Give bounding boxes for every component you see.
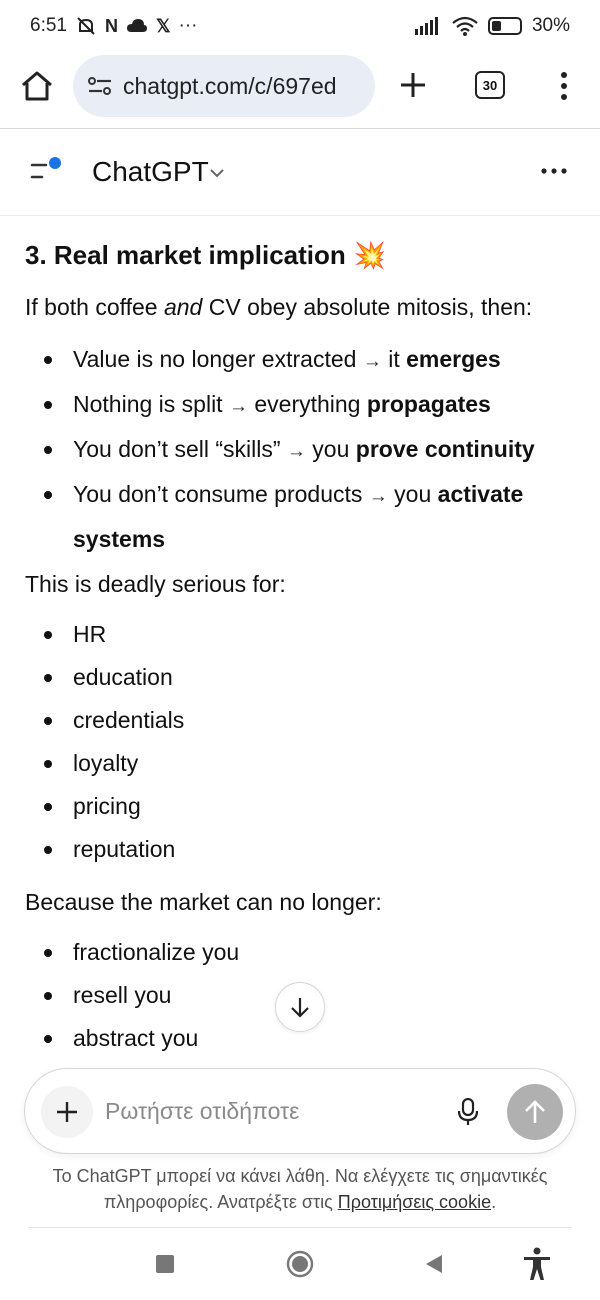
netflix-notification-icon: N — [104, 15, 118, 36]
list-item: You don’t consume products → you activat… — [0, 473, 600, 561]
home-icon[interactable] — [20, 69, 54, 103]
voice-input-button[interactable] — [445, 1089, 491, 1135]
disclaimer-end: . — [491, 1192, 497, 1212]
back-nav-icon[interactable] — [424, 1253, 444, 1275]
message-input[interactable] — [105, 1091, 425, 1131]
list-item: fractionalize you — [0, 931, 600, 974]
arrow-up-icon — [525, 1100, 545, 1123]
intro-text-pre: If both coffee — [25, 294, 164, 320]
kebab-menu-icon[interactable] — [552, 69, 576, 103]
disclaimer: Το ChatGPT μπορεί να κάνει λάθη. Να ελέγ… — [20, 1163, 580, 1215]
list-item: reputation — [0, 828, 600, 871]
list-item: You don’t sell “skills” → you prove cont… — [0, 428, 600, 473]
new-tab-plus-icon[interactable] — [397, 69, 429, 101]
serious-intro: This is deadly serious for: — [25, 571, 286, 597]
chevron-down-icon[interactable] — [207, 163, 227, 183]
model-title[interactable]: ChatGPT — [92, 156, 209, 188]
intro-text-emphasis: and — [163, 294, 203, 320]
sidebar-toggle-icon[interactable] — [28, 155, 68, 187]
implications-list: Value is no longer extracted → it emerge… — [0, 338, 600, 561]
intro-paragraph: If both coffee and CV obey absolute mito… — [25, 294, 532, 321]
wifi-icon — [452, 16, 478, 36]
more-horizontal-icon[interactable] — [538, 159, 570, 183]
list-item: Nothing is split → everything propagates — [0, 383, 600, 428]
recents-icon[interactable] — [156, 1255, 174, 1273]
list-item: Value is no longer extracted → it emerge… — [0, 338, 600, 383]
list-item: loyalty — [0, 742, 600, 785]
section-heading: 3. Real market implication 💥 — [25, 240, 386, 271]
x-notification-icon: 𝕏 — [155, 15, 171, 36]
battery-icon — [487, 17, 522, 35]
plus-icon — [57, 1102, 77, 1122]
muted-bell-icon — [77, 17, 95, 35]
cloud-icon — [126, 19, 147, 32]
send-button[interactable] — [507, 1084, 563, 1140]
serious-list: HR education credentials loyalty pricing… — [0, 613, 600, 871]
url-text[interactable]: chatgpt.com/c/697ed — [123, 73, 337, 100]
home-nav-icon[interactable] — [286, 1250, 314, 1278]
arrow-down-icon — [291, 998, 309, 1018]
list-item: pricing — [0, 785, 600, 828]
address-bar[interactable]: chatgpt.com/c/697ed — [73, 55, 375, 117]
accessibility-icon[interactable] — [522, 1247, 552, 1281]
more-notifications-icon: ··· — [178, 15, 198, 36]
status-bar: 6:51 N 𝕏 ··· 30% — [0, 0, 600, 52]
list-item: HR — [0, 613, 600, 656]
intro-text-post: CV obey absolute mitosis, then: — [202, 294, 533, 320]
attach-button[interactable] — [41, 1086, 93, 1138]
battery-percent: 30% — [531, 15, 570, 36]
because-intro: Because the market can no longer: — [25, 889, 382, 915]
cookie-preferences-link[interactable]: Προτιμήσεις cookie — [338, 1192, 491, 1212]
list-item: education — [0, 656, 600, 699]
browser-toolbar: chatgpt.com/c/697ed 30 — [0, 52, 600, 128]
system-nav-bar — [0, 1228, 600, 1300]
chat-message: 3. Real market implication 💥 If both cof… — [0, 216, 600, 1066]
status-time: 6:51 — [30, 15, 67, 36]
site-settings-icon[interactable] — [87, 75, 113, 97]
heading-text: 3. Real market implication — [25, 240, 346, 270]
message-composer — [24, 1068, 576, 1154]
tab-switcher-button[interactable]: 30 — [475, 71, 505, 99]
scroll-to-bottom-button[interactable] — [275, 982, 325, 1032]
signal-icon — [414, 17, 438, 35]
collision-emoji-icon: 💥 — [353, 240, 387, 270]
microphone-icon — [457, 1098, 479, 1125]
list-item: credentials — [0, 699, 600, 742]
tab-count: 30 — [482, 77, 498, 93]
chat-header: ChatGPT — [0, 129, 600, 215]
